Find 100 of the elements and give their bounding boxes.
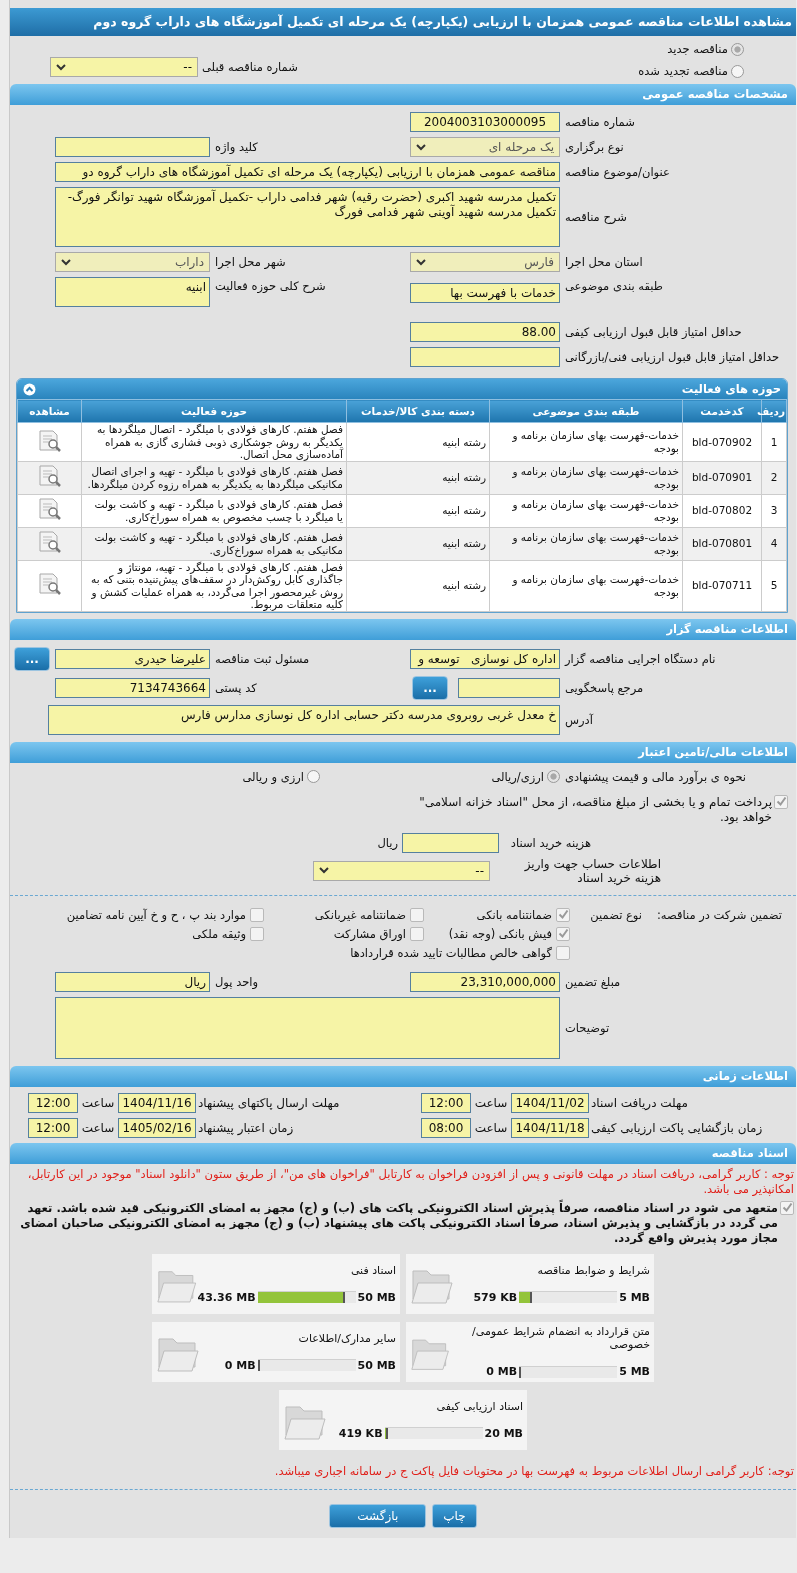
checkbox-label: ضمانتنامه بانکی bbox=[476, 907, 552, 922]
registrar-field[interactable]: علیرضا حیدری bbox=[55, 648, 210, 669]
table-cell: bld-070901 bbox=[682, 461, 762, 494]
browse-button[interactable]: ... bbox=[14, 646, 50, 671]
checkbox[interactable] bbox=[556, 926, 570, 941]
field-label: استان محل اجرا bbox=[565, 255, 643, 269]
field-label: کلید واژه bbox=[215, 140, 258, 154]
size-used: 0 MB bbox=[486, 1365, 518, 1378]
checkbox[interactable] bbox=[250, 926, 264, 941]
radio-button[interactable] bbox=[307, 770, 320, 783]
field-label: نحوه ی برآورد مالی و قیمت پیشنهادی bbox=[565, 769, 747, 784]
currency-field[interactable]: ریال bbox=[55, 971, 210, 992]
checkbox-label: گواهی خالص مطالبات تایید شده قراردادها bbox=[350, 945, 552, 960]
field-label: زمان اعتبار پیشنهاد bbox=[197, 1120, 295, 1135]
caret-icon bbox=[416, 143, 426, 151]
field-label: حداقل امتیاز قابل قبول ارزیابی کیفی bbox=[565, 325, 742, 339]
technical-score-field[interactable] bbox=[410, 347, 560, 367]
radio-button[interactable] bbox=[731, 64, 744, 78]
account-select[interactable]: -- bbox=[313, 860, 490, 881]
time-field[interactable]: 12:00 bbox=[28, 1092, 78, 1113]
radio-label: ارزی و ریالی bbox=[242, 769, 304, 784]
postal-code-field[interactable]: 7134743664 bbox=[55, 677, 210, 698]
subject-field[interactable]: مناقصه عمومی همزمان با ارزیابی (یکپارچه) یک مرحله ای تکمیل آموزشگاه های داراب گروه دو bbox=[55, 162, 560, 182]
radio-label: مناقصه جدید bbox=[667, 42, 728, 56]
date-field[interactable]: 1404/11/02 bbox=[511, 1092, 589, 1113]
table-cell: 5 bbox=[761, 560, 787, 611]
table-cell: خدمات-فهرست بهای سازمان برنامه و بودجه bbox=[489, 560, 683, 611]
section-header: اطلاعات زمانی bbox=[10, 1065, 796, 1087]
size-used: 43.36 MB bbox=[197, 1290, 256, 1304]
field-label: طبقه بندی موضوعی bbox=[565, 279, 663, 293]
field-label: زمان بازگشایی پاکت ارزیابی کیفی bbox=[590, 1120, 764, 1135]
table-cell: خدمات-فهرست بهای سازمان برنامه و بودجه bbox=[489, 422, 683, 461]
field-label: ساعت bbox=[473, 1120, 509, 1135]
checkbox[interactable] bbox=[774, 794, 788, 809]
category-field[interactable]: خدمات با فهرست بها bbox=[410, 283, 560, 303]
caret-icon bbox=[56, 63, 66, 71]
radio-label: مناقصه تجدید شده bbox=[638, 64, 728, 78]
document-fee-field[interactable] bbox=[402, 832, 499, 853]
date-field[interactable]: 1404/11/16 bbox=[118, 1092, 196, 1113]
table-cell: فصل هفتم. کارهای فولادی با میلگرد - تهیه، مونتاژ و جاگذاری کابل روکش‌دار در سقف‌های پیش‌تنیده بتنی که به روش غیرمحصور اجرا می‌گردد، به همراه عملیات کشش و کلیه متعلقات مربوط. bbox=[81, 560, 347, 611]
table-cell: فصل هفتم. کارهای فولادی با میلگرد - تهیه و کاشت بولت یا میلگرد با چسب مخصوص به همراه سوراخ‌کاری. bbox=[81, 494, 347, 527]
table-cell: 3 bbox=[761, 494, 787, 527]
checkbox-label: ضمانتنامه غیربانکی bbox=[314, 907, 406, 922]
table-cell: رشته ابنیه bbox=[346, 494, 490, 527]
time-field[interactable]: 08:00 bbox=[421, 1117, 471, 1138]
field-label: نوع تضمین bbox=[589, 907, 642, 922]
view-details-icon[interactable] bbox=[36, 497, 63, 522]
checkbox[interactable] bbox=[250, 907, 264, 922]
checkbox[interactable] bbox=[410, 907, 424, 922]
date-field[interactable]: 1405/02/16 bbox=[118, 1117, 196, 1138]
contact-field[interactable] bbox=[458, 677, 560, 698]
checkbox-label: اوراق مشارکت bbox=[333, 926, 406, 941]
checkbox-label: فیش بانکی (وجه نقد) bbox=[448, 926, 552, 941]
checkbox[interactable] bbox=[556, 907, 570, 922]
guarantee-amount-field[interactable]: 23,310,000,000 bbox=[410, 971, 560, 992]
section-label: تضمین شرکت در مناقصه: bbox=[655, 907, 782, 922]
table-cell: فصل هفتم. کارهای فولادی با میلگرد - تهیه و اجرای اتصال مکانیکی میلگردها به یکدیگر به همراه رزوه کردن میلگردها. bbox=[81, 461, 347, 494]
agency-field[interactable]: اداره کل نوسازی توسعه و bbox=[410, 648, 560, 669]
time-field[interactable]: 12:00 bbox=[421, 1092, 471, 1113]
field-label: هزینه خرید اسناد bbox=[509, 835, 591, 850]
notice-text: توجه: کاربر گرامی ارسال اطلاعات مربوط به فهرست بها در محتویات فایل پاکت ج در سامانه اجباری میباشد. bbox=[273, 1463, 794, 1479]
view-details-icon[interactable] bbox=[36, 530, 63, 555]
activity-scope-field[interactable]: ابنیه bbox=[55, 277, 210, 307]
treasury-notice: پرداخت تمام و یا بخشی از مبلغ مناقصه، از محل "اسناد خزانه اسلامی" خواهد بود. bbox=[418, 794, 772, 825]
view-details-icon[interactable] bbox=[36, 428, 63, 453]
action-button[interactable]: چاپ bbox=[432, 1503, 477, 1528]
notes-field[interactable] bbox=[55, 996, 560, 1059]
table-cell: رشته ابنیه bbox=[346, 560, 490, 611]
quality-score-field[interactable]: 88.00 bbox=[410, 322, 560, 342]
table-cell: bld-070902 bbox=[682, 422, 762, 461]
keyword-field[interactable] bbox=[55, 137, 210, 157]
radio-button[interactable] bbox=[547, 770, 560, 783]
action-button[interactable]: بازگشت bbox=[329, 1503, 427, 1528]
field-label: مسئول ثبت مناقصه bbox=[215, 651, 310, 666]
field-label: شرح کلی حوزه فعالیت bbox=[215, 279, 326, 293]
date-field[interactable]: 1404/11/18 bbox=[511, 1117, 589, 1138]
field-label: مرجع پاسخگویی bbox=[565, 680, 644, 695]
field-label: نوع برگزاری bbox=[565, 140, 624, 154]
checkbox[interactable] bbox=[780, 1200, 794, 1215]
field-label: آدرس bbox=[565, 712, 593, 727]
document-name: شرایط و ضوابط مناقصه bbox=[537, 1263, 650, 1277]
size-used: 419 KB bbox=[338, 1426, 383, 1440]
previous-tender-select[interactable]: -- bbox=[50, 57, 198, 77]
time-field[interactable]: 12:00 bbox=[28, 1117, 78, 1138]
browse-button[interactable]: ... bbox=[412, 675, 448, 700]
address-field[interactable]: خ معدل غربی روبروی مدرسه دکتر حسابی اداره کل نوسازی مدارس فارس bbox=[48, 704, 560, 735]
checkbox[interactable] bbox=[410, 926, 424, 941]
size-limit: 5 MB bbox=[619, 1290, 650, 1304]
caret-icon bbox=[416, 258, 426, 266]
tender-number-field[interactable]: 2004003103000095 bbox=[410, 112, 560, 132]
document-name: اسناد فنی bbox=[350, 1263, 396, 1277]
table-cell: خدمات-فهرست بهای سازمان برنامه و بودجه bbox=[489, 494, 683, 527]
checkbox[interactable] bbox=[556, 945, 570, 960]
collapse-icon[interactable] bbox=[23, 382, 36, 396]
description-field[interactable]: تکمیل مدرسه شهید اکبری (حضرت رقیه) شهر فدامی داراب -تکمیل آموزشگاه شهید توانگر فورگ-تکمیل مدرسه شهید آوینی شهر فدامی فورگ bbox=[55, 187, 560, 247]
radio-button[interactable] bbox=[731, 42, 744, 56]
field-label: توضیحات bbox=[565, 1020, 610, 1035]
view-details-icon[interactable] bbox=[36, 464, 63, 489]
checkbox-label: موارد بند پ ، ح و خ آیین نامه تضامین bbox=[66, 907, 246, 922]
view-details-icon[interactable] bbox=[36, 572, 63, 597]
